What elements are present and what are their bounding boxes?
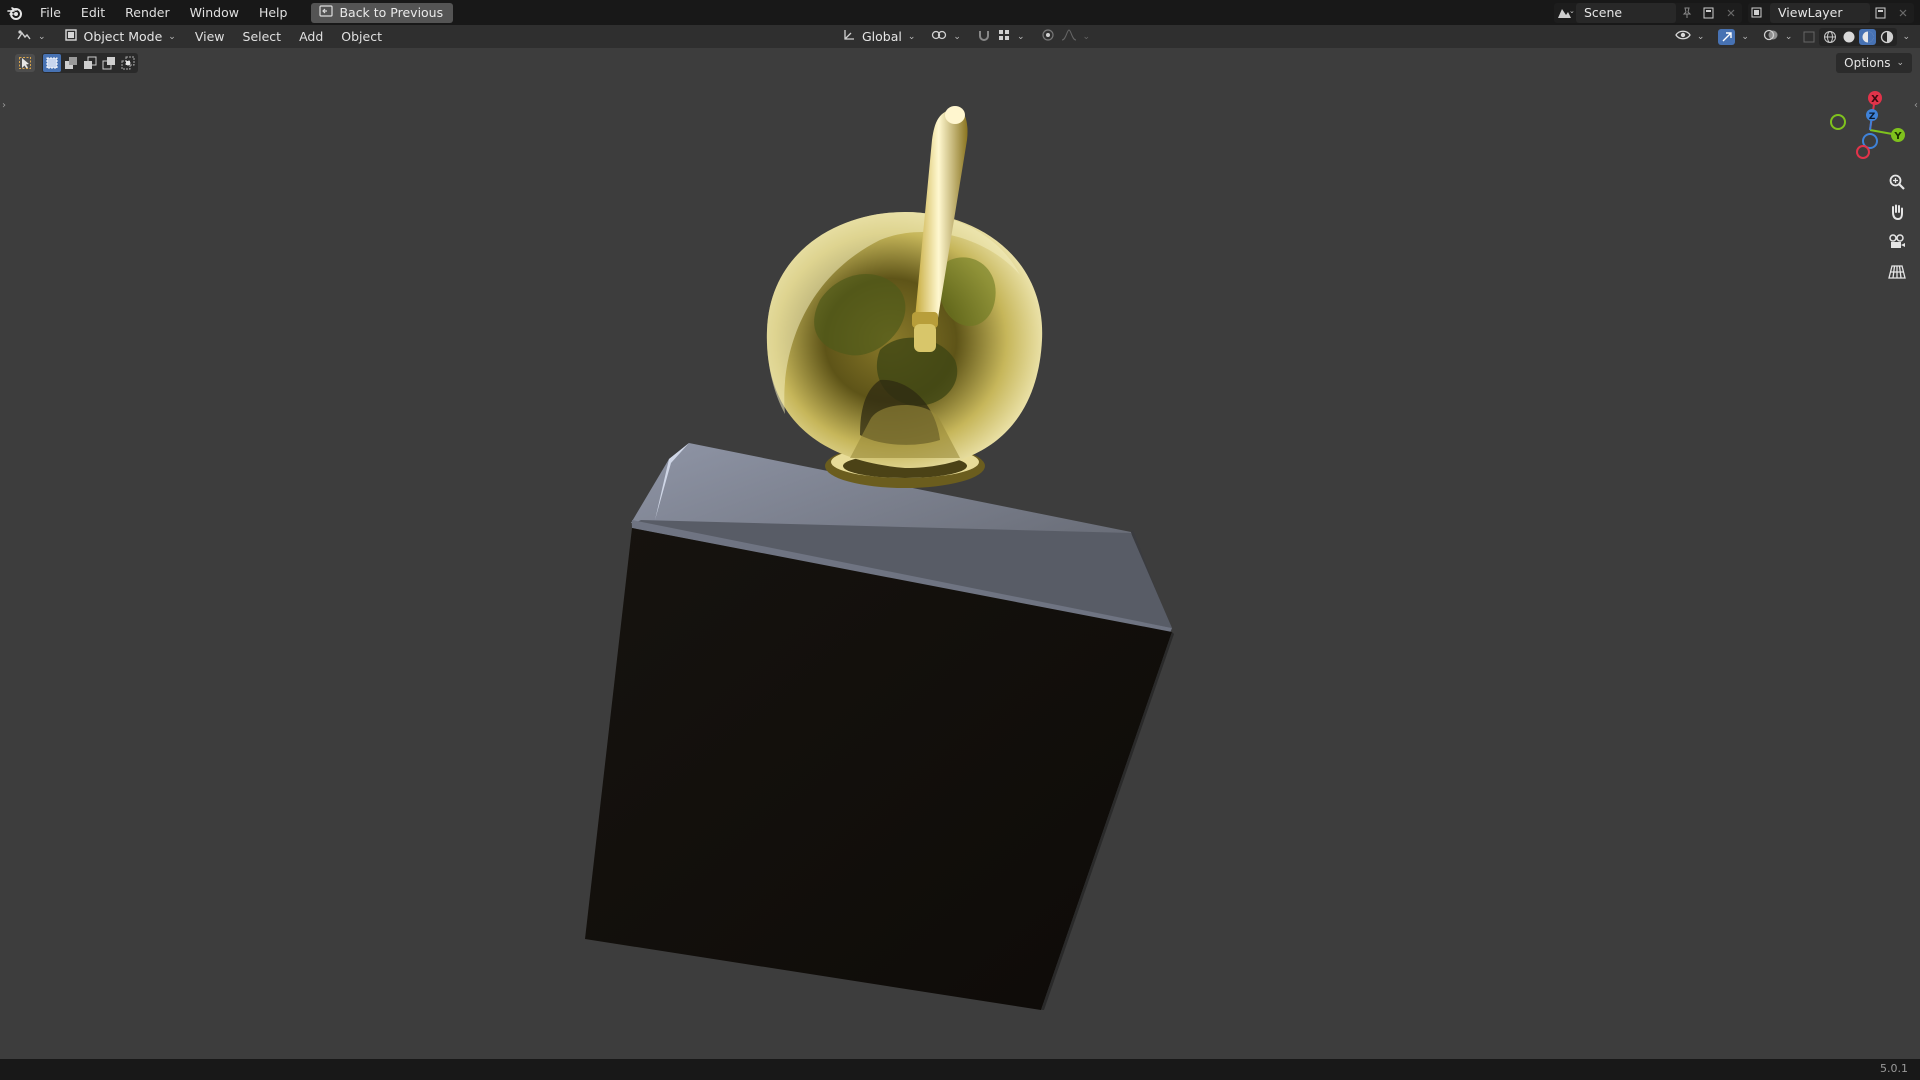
menu-render[interactable]: Render: [115, 0, 180, 25]
options-dropdown[interactable]: Options ⌄: [1836, 53, 1912, 73]
orientation-axes-icon: [842, 28, 856, 45]
select-tool-icon[interactable]: [15, 54, 35, 72]
chevron-down-icon: ⌄: [1082, 31, 1091, 42]
select-new-icon[interactable]: [43, 54, 61, 72]
scene-render: [585, 106, 1174, 1010]
back-to-previous-label: Back to Previous: [339, 5, 444, 20]
chevron-down-icon: ⌄: [1741, 31, 1749, 42]
menu-file[interactable]: File: [30, 0, 71, 25]
scene-selector[interactable]: ⌄ Scene: [1554, 2, 1742, 23]
tool-settings-row: Options ⌄: [0, 48, 1920, 78]
3d-viewport[interactable]: › ‹ X Y Z: [0, 48, 1920, 1059]
menu-add[interactable]: Add: [290, 29, 332, 44]
selectability-dropdown[interactable]: ⌄: [1669, 27, 1711, 47]
transform-orientation-dropdown[interactable]: Global ⌄: [836, 27, 921, 47]
proportional-edit-icon: [1041, 28, 1055, 45]
viewport-header: ⌄ Object Mode ⌄ View Select Add Object G…: [0, 25, 1920, 48]
rendered-shading-icon[interactable]: [1878, 29, 1895, 45]
material-preview-shading-icon[interactable]: [1859, 28, 1877, 45]
navigation-gizmo[interactable]: X Y Z: [1820, 85, 1920, 175]
chevron-down-icon: ⌄: [38, 31, 46, 42]
menu-view[interactable]: View: [186, 29, 234, 44]
delete-scene-icon[interactable]: [1720, 3, 1742, 23]
version-label: 5.0.1: [1880, 1062, 1908, 1075]
gizmo-y-label: Y: [1893, 131, 1902, 142]
viewport-editor-icon: [16, 28, 32, 45]
svg-text:⌄: ⌄: [1569, 7, 1574, 15]
camera-view-icon[interactable]: [1883, 228, 1911, 256]
pedestal[interactable]: [585, 443, 1174, 1010]
orientation-label: Global: [862, 29, 902, 44]
menu-object[interactable]: Object: [332, 29, 391, 44]
gizmo-neg-x-axis[interactable]: [1856, 145, 1870, 159]
status-bar: 5.0.1: [0, 1059, 1920, 1080]
xray-toggle-icon[interactable]: [1800, 29, 1817, 45]
snap-grid-icon: [997, 28, 1011, 45]
pivot-point-dropdown[interactable]: ⌄: [925, 27, 967, 47]
blender-logo-icon[interactable]: [0, 0, 30, 25]
solid-shading-icon[interactable]: [1840, 29, 1857, 45]
select-extend-icon[interactable]: [62, 54, 80, 72]
pin-icon[interactable]: [1676, 3, 1698, 23]
chevron-down-icon: ⌄: [953, 31, 961, 42]
back-to-previous-button[interactable]: Back to Previous: [311, 2, 454, 23]
new-view-layer-icon[interactable]: [1870, 3, 1892, 23]
mode-label: Object Mode: [83, 29, 163, 44]
delete-view-layer-icon[interactable]: [1892, 3, 1914, 23]
select-subtract-icon[interactable]: [81, 54, 99, 72]
editor-type-dropdown[interactable]: ⌄: [10, 27, 52, 47]
pan-hand-icon[interactable]: [1883, 198, 1911, 226]
magnet-icon: [977, 28, 991, 45]
view-layer-field[interactable]: ViewLayer: [1770, 2, 1870, 23]
shading-mode-group: [1819, 27, 1898, 46]
chevron-down-icon: ⌄: [1696, 31, 1705, 42]
gizmo-x-label: X: [1871, 94, 1879, 105]
chevron-down-icon: ⌄: [1896, 58, 1904, 68]
scene-name-field[interactable]: Scene: [1576, 2, 1676, 23]
menu-select[interactable]: Select: [234, 29, 291, 44]
options-label: Options: [1844, 56, 1891, 70]
gizmo-z-label: Z: [1869, 112, 1876, 122]
proportional-editing-toggle[interactable]: ⌄: [1035, 27, 1097, 47]
wireframe-shading-icon[interactable]: [1821, 29, 1838, 45]
chevron-down-icon: ⌄: [907, 31, 916, 42]
selection-mode-group: [42, 53, 138, 73]
perspective-grid-icon[interactable]: [1883, 258, 1911, 286]
menu-help[interactable]: Help: [249, 0, 298, 25]
pivot-link-icon: [931, 28, 947, 45]
object-mode-icon: [64, 28, 78, 45]
gizmo-arrow-icon: [1718, 28, 1736, 45]
overlays-icon: [1763, 28, 1779, 45]
view-layer-icon[interactable]: [1748, 3, 1770, 23]
select-invert-icon[interactable]: [100, 54, 118, 72]
menu-edit[interactable]: Edit: [71, 0, 115, 25]
shading-options-chevron-icon[interactable]: ⌄: [1902, 32, 1910, 42]
back-screen-icon: [319, 5, 334, 20]
gizmo-toggle[interactable]: ⌄: [1712, 27, 1755, 47]
chevron-down-icon: ⌄: [168, 31, 176, 42]
toolbar-expand-chevron-icon[interactable]: ›: [2, 100, 6, 111]
falloff-curve-icon: [1061, 28, 1077, 45]
menu-window[interactable]: Window: [180, 0, 249, 25]
trophy[interactable]: [766, 106, 1043, 488]
view-layer-selector[interactable]: ViewLayer: [1748, 2, 1914, 23]
overlays-toggle[interactable]: ⌄: [1757, 27, 1799, 47]
new-scene-icon[interactable]: [1698, 3, 1720, 23]
scene-icon[interactable]: ⌄: [1554, 3, 1576, 23]
zoom-icon[interactable]: [1883, 168, 1911, 196]
snap-toggle[interactable]: ⌄: [971, 27, 1031, 47]
select-intersect-icon[interactable]: [119, 54, 137, 72]
gizmo-neg-y-axis[interactable]: [1830, 114, 1846, 130]
eye-icon: [1675, 29, 1691, 44]
chevron-down-icon: ⌄: [1016, 31, 1025, 42]
chevron-down-icon: ⌄: [1784, 31, 1793, 42]
mode-dropdown[interactable]: Object Mode ⌄: [58, 27, 182, 47]
top-menu-bar: File Edit Render Window Help Back to Pre…: [0, 0, 1920, 25]
